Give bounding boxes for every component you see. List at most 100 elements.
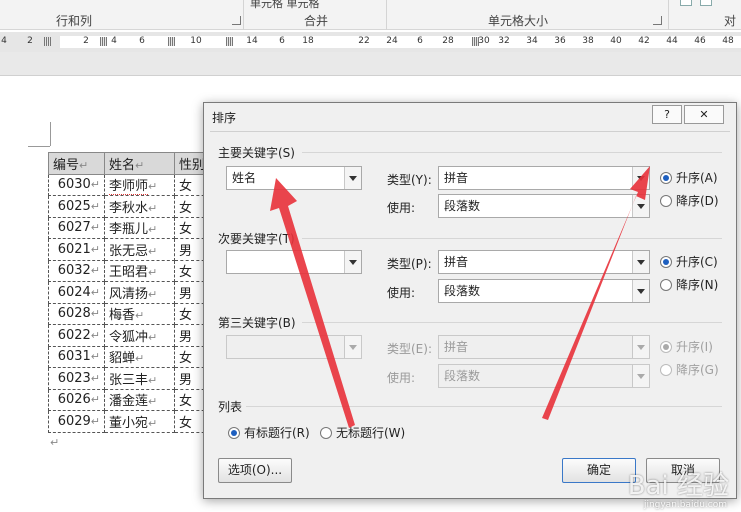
table-cell[interactable]: 王昭君↵ [104, 259, 175, 282]
cell-text: 张无忌 [109, 243, 149, 259]
secondary-desc-radio[interactable]: 降序(N) [660, 276, 718, 293]
table-cell[interactable]: 6028↵ [48, 302, 105, 325]
tertiary-asc-label: 升序(I) [676, 340, 713, 354]
no-header-radio[interactable]: 无标题行(W) [320, 424, 405, 441]
tertiary-desc-radio[interactable]: 降序(G) [660, 361, 719, 378]
chevron-down-icon[interactable] [632, 280, 649, 302]
tertiary-use-label: 使用: [387, 371, 416, 385]
secondary-use-label: 使用: [387, 286, 416, 300]
pilcrow-icon: ↵ [90, 350, 100, 364]
table-cell[interactable]: 6030↵ [48, 173, 105, 196]
close-button[interactable]: ✕ [684, 105, 724, 124]
table-cell[interactable]: 6025↵ [48, 195, 105, 218]
cell-text: 女 [179, 394, 193, 410]
table-header-cell[interactable]: 编号↵ [48, 152, 105, 175]
chevron-down-icon[interactable] [344, 336, 361, 358]
launcher-icon[interactable] [232, 16, 241, 25]
table-cell[interactable]: 梅香↵ [104, 302, 175, 325]
tertiary-key-combo[interactable] [226, 335, 362, 359]
align-icon[interactable] [700, 0, 712, 6]
help-button[interactable]: ? [652, 105, 682, 124]
primary-desc-radio[interactable]: 降序(D) [660, 192, 719, 209]
table-cell[interactable]: 董小宛↵ [104, 410, 175, 433]
table-cell[interactable]: 6022↵ [48, 324, 105, 347]
secondary-type-combo[interactable]: 拼音 [438, 250, 650, 274]
header-text: 性别 [179, 157, 206, 173]
pilcrow-icon: ↵ [90, 393, 100, 407]
align-icon[interactable] [680, 0, 692, 6]
table-cell[interactable]: 令狐冲↵ [104, 324, 175, 347]
table-cell[interactable]: 张无忌↵ [104, 238, 175, 261]
radio-selected-icon[interactable] [660, 172, 672, 184]
chevron-down-icon[interactable] [632, 195, 649, 217]
table-cell[interactable]: 6031↵ [48, 345, 105, 368]
chevron-down-icon[interactable] [632, 251, 649, 273]
ruler-tick: 14 [246, 36, 258, 46]
table-cell[interactable]: 6023↵ [48, 367, 105, 390]
options-button[interactable]: 选项(O)... [218, 458, 292, 483]
column-marker-icon[interactable] [44, 37, 51, 46]
radio-icon[interactable] [660, 279, 672, 291]
table-cell[interactable]: 貂蝉↵ [104, 345, 175, 368]
radio-selected-icon[interactable] [660, 341, 672, 353]
table-cell[interactable]: 6032↵ [48, 259, 105, 282]
table-cell[interactable]: 李秋水↵ [104, 195, 175, 218]
chevron-down-icon[interactable] [344, 251, 361, 273]
secondary-key-combo[interactable] [226, 250, 362, 274]
cell-text: 6029 [57, 413, 91, 429]
table-row: 6024↵ 风清扬↵ 男 [48, 281, 211, 304]
cell-text: 6021 [57, 241, 91, 257]
has-header-label: 有标题行(R) [244, 426, 310, 440]
ruler-tick: 6 [417, 36, 423, 46]
cell-text: 男 [179, 286, 193, 302]
secondary-use-combo[interactable]: 段落数 [438, 279, 650, 303]
table-cell[interactable]: 李师师↵ [104, 173, 175, 196]
cell-text: 女 [179, 179, 193, 195]
cell-text: 令狐冲 [109, 329, 149, 345]
cell-text: 女 [179, 222, 193, 238]
chevron-down-icon[interactable] [344, 167, 361, 189]
column-marker-icon[interactable] [100, 37, 107, 46]
radio-icon[interactable] [660, 195, 672, 207]
document-table[interactable]: 编号↵ 姓名↵ 性别 6030↵ 李师师↵ 女 6025↵ 李秋水↵ 女 6027↵ 李瓶儿↵… [48, 152, 211, 433]
table-cell[interactable]: 6021↵ [48, 238, 105, 261]
column-marker-icon[interactable] [226, 37, 233, 46]
tertiary-asc-radio[interactable]: 升序(I) [660, 338, 713, 355]
dialog-title: 排序 [212, 111, 237, 125]
pilcrow-icon: ↵ [90, 199, 100, 213]
table-cell[interactable]: 6026↵ [48, 388, 105, 411]
radio-selected-icon[interactable] [228, 427, 240, 439]
ok-button[interactable]: 确定 [562, 458, 636, 483]
primary-use-combo[interactable]: 段落数 [438, 194, 650, 218]
table-row: 6023↵ 张三丰↵ 男 [48, 367, 211, 390]
chevron-down-icon[interactable] [632, 365, 649, 387]
radio-selected-icon[interactable] [660, 256, 672, 268]
table-cell[interactable]: 李瓶儿↵ [104, 216, 175, 239]
launcher-icon[interactable] [653, 16, 662, 25]
table-row: 6021↵ 张无忌↵ 男 [48, 238, 211, 261]
table-cell[interactable]: 风清扬↵ [104, 281, 175, 304]
cell-text: 6031 [57, 349, 91, 365]
table-cell[interactable]: 张三丰↵ [104, 367, 175, 390]
chevron-down-icon[interactable] [632, 336, 649, 358]
cell-text: 6022 [57, 327, 91, 343]
column-marker-icon[interactable] [168, 37, 175, 46]
primary-key-combo[interactable]: 姓名 [226, 166, 362, 190]
table-cell[interactable]: 潘金莲↵ [104, 388, 175, 411]
primary-type-combo[interactable]: 拼音 [438, 166, 650, 190]
table-header-cell[interactable]: 姓名↵ [104, 152, 175, 175]
ribbon-top-fragment: 单元格 单元格 [250, 0, 320, 10]
primary-asc-radio[interactable]: 升序(A) [660, 169, 718, 186]
radio-icon[interactable] [660, 364, 672, 376]
tertiary-use-combo[interactable]: 段落数 [438, 364, 650, 388]
table-cell[interactable]: 6029↵ [48, 410, 105, 433]
table-cell[interactable]: 6027↵ [48, 216, 105, 239]
cell-text: 风清扬 [109, 286, 149, 302]
radio-icon[interactable] [320, 427, 332, 439]
table-cell[interactable]: 6024↵ [48, 281, 105, 304]
chevron-down-icon[interactable] [632, 167, 649, 189]
secondary-asc-radio[interactable]: 升序(C) [660, 253, 718, 270]
has-header-radio[interactable]: 有标题行(R) [228, 424, 310, 441]
list-label: 列表 [218, 400, 243, 414]
tertiary-type-combo[interactable]: 拼音 [438, 335, 650, 359]
